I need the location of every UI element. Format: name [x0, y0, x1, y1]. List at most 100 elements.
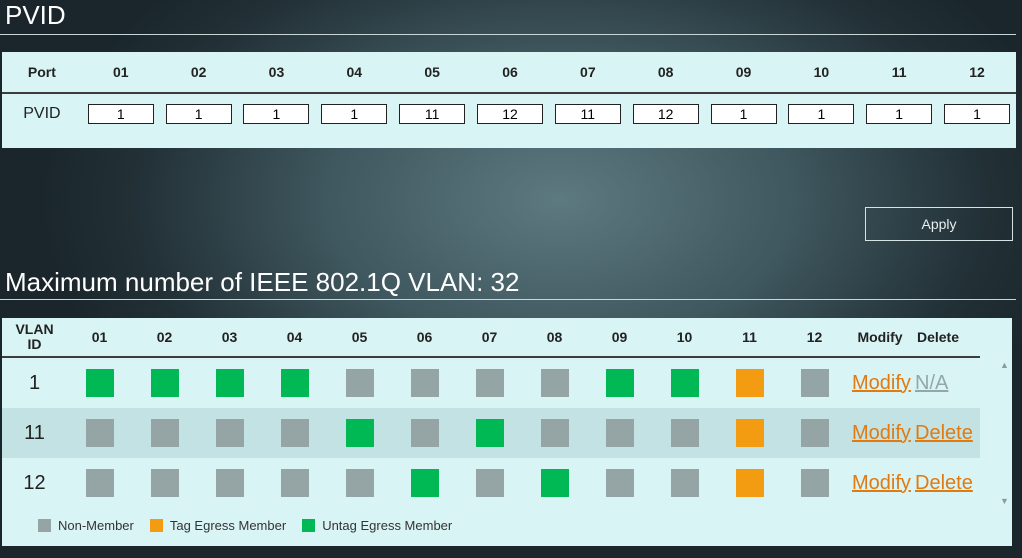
- port-12-non-member-cell: [800, 469, 829, 497]
- port-12-non-member-cell: [800, 369, 829, 397]
- vlan-port-header-08: 08: [546, 329, 563, 345]
- delete-link[interactable]: Delete: [915, 472, 973, 494]
- vlan-port-header-06: 06: [416, 329, 433, 345]
- port-03-non-member-cell: [215, 469, 244, 497]
- port-header-11: 11: [891, 64, 907, 80]
- vlan-port-header-09: 09: [611, 329, 628, 345]
- port-11-tag-egress-cell: [735, 369, 764, 397]
- pvid-input-01[interactable]: [87, 104, 154, 124]
- port-02-non-member-cell: [150, 469, 179, 497]
- pvid-title: PVID: [5, 0, 66, 30]
- scroll-up-icon[interactable]: ▲: [1000, 360, 1009, 370]
- vlan-port-header-04: 04: [286, 329, 303, 345]
- delete-header: Delete: [916, 329, 960, 345]
- port-01-untag-egress-cell: [85, 369, 114, 397]
- port-header-03: 03: [268, 64, 285, 80]
- vlan-port-header-05: 05: [351, 329, 368, 345]
- delete-unavailable: N/A: [915, 371, 949, 394]
- port-03-untag-egress-cell: [215, 369, 244, 397]
- port-08-untag-egress-cell: [540, 469, 569, 497]
- legend-tag-egress-label: Tag Egress Member: [169, 518, 287, 533]
- pvid-input-11[interactable]: [866, 104, 933, 124]
- port-07-non-member-cell: [475, 469, 504, 497]
- port-08-non-member-cell: [540, 369, 569, 397]
- port-11-tag-egress-cell: [735, 469, 764, 497]
- vlan-divider: [0, 299, 1016, 300]
- port-01-non-member-cell: [85, 469, 114, 497]
- scroll-down-icon[interactable]: ▼: [1000, 496, 1009, 506]
- pvid-header-row: Port 01 02 03 04 05 06 07 08 09 10 11 12: [2, 52, 1016, 94]
- port-header-06: 06: [502, 64, 518, 80]
- pvid-input-04[interactable]: [321, 104, 388, 124]
- vlan-title: Maximum number of IEEE 802.1Q VLAN: 32: [5, 267, 520, 297]
- legend-tag-egress: Tag Egress Member: [149, 518, 287, 533]
- modify-link[interactable]: Modify: [852, 422, 911, 444]
- membership-legend: Non-Member Tag Egress Member Untag Egres…: [38, 518, 468, 533]
- port-10-non-member-cell: [670, 419, 699, 447]
- port-header-09: 09: [735, 64, 752, 80]
- legend-untag-egress-label: Untag Egress Member: [322, 518, 453, 533]
- pvid-row-label: PVID: [23, 105, 61, 122]
- port-header-10: 10: [813, 64, 830, 80]
- pvid-input-08[interactable]: [632, 104, 699, 124]
- apply-button[interactable]: Apply: [865, 207, 1013, 241]
- port-07-untag-egress-cell: [475, 419, 504, 447]
- port-09-non-member-cell: [605, 469, 634, 497]
- port-header-01: 01: [112, 64, 129, 80]
- port-06-untag-egress-cell: [410, 469, 439, 497]
- vlan-id-cell: 11: [24, 421, 45, 444]
- port-09-non-member-cell: [605, 419, 634, 447]
- modify-header: Modify: [857, 329, 903, 345]
- tag-egress-swatch: [149, 519, 163, 532]
- port-06-non-member-cell: [410, 369, 439, 397]
- pvid-input-09[interactable]: [710, 104, 777, 124]
- vlan-row: 11 Modify Delete: [2, 408, 980, 458]
- non-member-swatch: [38, 519, 51, 532]
- port-02-non-member-cell: [150, 419, 179, 447]
- port-header-08: 08: [657, 64, 674, 80]
- port-10-untag-egress-cell: [670, 369, 699, 397]
- vlan-id-cell: 12: [23, 471, 46, 494]
- port-09-untag-egress-cell: [605, 369, 634, 397]
- pvid-divider: [0, 34, 1016, 35]
- vlan-port-header-01: 01: [91, 329, 108, 345]
- pvid-input-03[interactable]: [243, 104, 310, 124]
- pvid-input-12[interactable]: [944, 104, 1011, 124]
- port-12-non-member-cell: [800, 419, 829, 447]
- pvid-input-05[interactable]: [399, 104, 466, 124]
- delete-link[interactable]: Delete: [915, 422, 973, 444]
- port-header-04: 04: [346, 64, 363, 80]
- pvid-input-06[interactable]: [476, 104, 543, 124]
- vlan-row: 1 Modify N/A: [2, 358, 980, 408]
- vlan-port-header-12: 12: [806, 329, 823, 345]
- vlan-port-header-03: 03: [221, 329, 238, 345]
- port-header-07: 07: [580, 64, 596, 80]
- port-05-non-member-cell: [345, 469, 374, 497]
- modify-link[interactable]: Modify: [852, 472, 911, 494]
- port-header-12: 12: [969, 64, 985, 80]
- vlan-table-scrollbar[interactable]: ▲ ▼: [998, 358, 1012, 508]
- pvid-input-10[interactable]: [788, 104, 855, 124]
- legend-untag-egress: Untag Egress Member: [302, 518, 452, 533]
- vlan-port-header-07: 07: [481, 329, 498, 345]
- pvid-panel: Port 01 02 03 04 05 06 07 08 09 10 11 12…: [2, 52, 1016, 148]
- port-10-non-member-cell: [670, 469, 699, 497]
- port-04-non-member-cell: [280, 419, 309, 447]
- port-04-untag-egress-cell: [280, 369, 309, 397]
- modify-link[interactable]: Modify: [852, 372, 911, 394]
- port-header-02: 02: [190, 64, 207, 80]
- vlan-port-header-11: 11: [742, 329, 757, 345]
- vlan-port-header-02: 02: [156, 329, 173, 345]
- port-05-non-member-cell: [345, 369, 374, 397]
- port-header: Port: [27, 64, 56, 80]
- pvid-input-07[interactable]: [554, 104, 621, 124]
- untag-egress-swatch: [302, 519, 316, 532]
- pvid-input-02[interactable]: [165, 104, 232, 124]
- port-11-tag-egress-cell: [735, 419, 764, 447]
- vlan-header-row: VLAN ID 01 02 03 04 05 06 07 08 09 10 11…: [2, 318, 980, 358]
- vlan-id-header-line2: ID: [27, 336, 42, 352]
- vlan-id-header-line1: VLAN: [15, 321, 54, 337]
- vlan-row: 12 Modify Delete: [2, 458, 980, 508]
- port-01-non-member-cell: [85, 419, 114, 447]
- vlan-id-cell: 1: [28, 371, 41, 394]
